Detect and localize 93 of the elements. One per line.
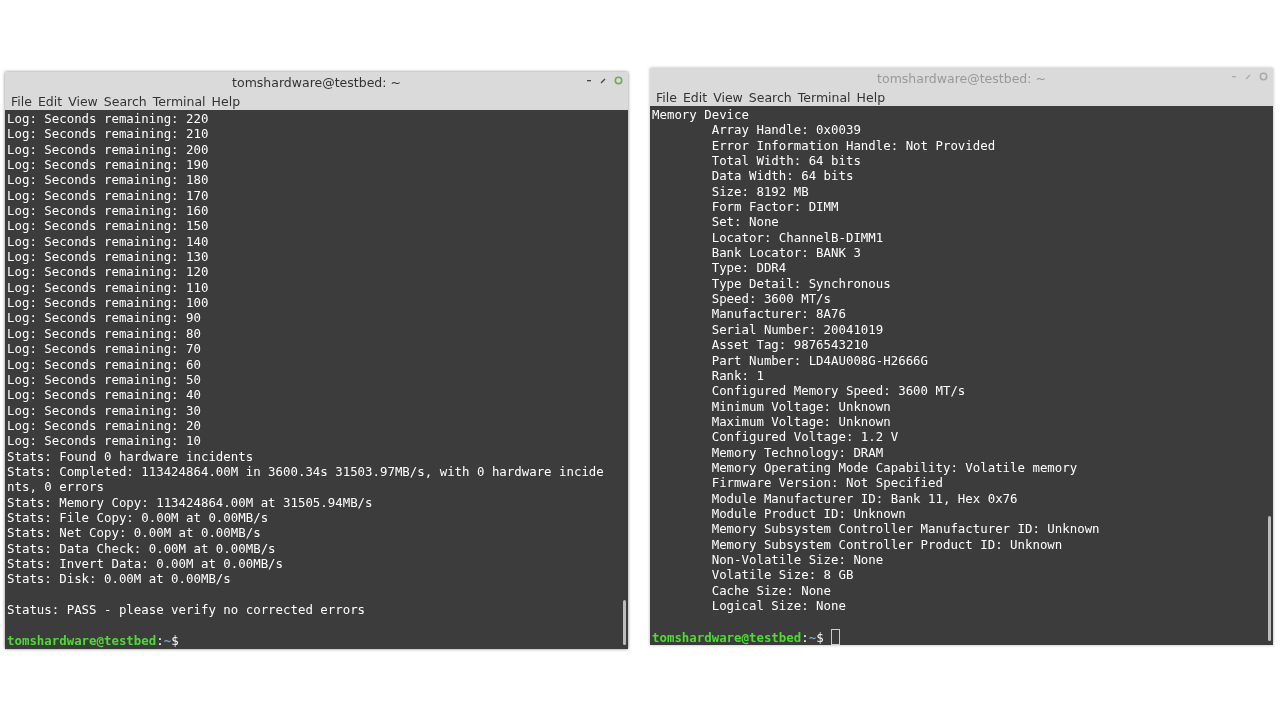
scrollbar-thumb[interactable] (623, 600, 626, 645)
prompt-user-host: tomshardware@testbed (652, 629, 802, 645)
output-line: Memory Device (652, 107, 749, 123)
output-line: Stats: Completed: 113424864.00M in 3600.34s 31503.97MB/s, with 0 hardware incide (7, 463, 604, 480)
close-icon[interactable] (614, 76, 623, 85)
output-line: Status: PASS - please verify no corrected errors (7, 602, 366, 618)
output-line: Log: Seconds remaining: 90 (7, 310, 201, 326)
maximize-icon[interactable] (600, 77, 606, 84)
window-title: tomshardware@testbed: ~ (232, 74, 401, 90)
menu-item[interactable]: Help (208, 93, 244, 109)
output-line: Stats: Found 0 hardware incidents (7, 448, 254, 464)
output-line: Log: Seconds remaining: 100 (7, 295, 209, 311)
menu-item[interactable]: File (8, 93, 35, 109)
output-line: Log: Seconds remaining: 10 (7, 433, 201, 449)
output-line: Total Width: 64 bits (711, 153, 861, 169)
output-line: Memory Subsystem Controller Manufacturer ID: Unknown (711, 521, 1100, 537)
output-line: nts, 0 errors (7, 479, 104, 495)
output-line: Log: Seconds remaining: 20 (7, 417, 201, 434)
output-line: Asset Tag: 9876543210 (711, 337, 869, 353)
menu-item[interactable]: Terminal (794, 89, 854, 105)
menu-item[interactable]: View (65, 93, 101, 109)
menu-item[interactable]: View (710, 89, 746, 105)
output-line: Log: Seconds remaining: 50 (7, 371, 201, 388)
output-line: Log: Seconds remaining: 160 (7, 203, 209, 219)
output-line: Size: 8192 MB (711, 183, 809, 200)
output-line: Data Width: 64 bits (711, 168, 854, 184)
output-line: Configured Memory Speed: 3600 MT/s (711, 383, 966, 399)
output-line: Module Product ID: Unknown (711, 505, 906, 522)
output-line: Log: Seconds remaining: 170 (7, 187, 209, 204)
output-line: Log: Seconds remaining: 120 (7, 264, 209, 280)
output-line: Memory Subsystem Controller Product ID: Unknown (711, 536, 1063, 552)
menu-item[interactable]: Help (853, 89, 889, 105)
prompt-separator: : (801, 629, 809, 645)
output-line: Cache Size: None (711, 582, 832, 598)
output-line: Volatile Size: 8 GB (711, 567, 854, 583)
prompt-path: ~ (163, 632, 172, 648)
output-line: Log: Seconds remaining: 80 (7, 325, 201, 342)
prompt-symbol: $ (816, 629, 824, 645)
output-line: Set: None (711, 214, 779, 230)
output-line: Log: Seconds remaining: 110 (7, 279, 209, 296)
output-line: Serial Number: 20041019 (711, 321, 884, 338)
minimize-icon[interactable] (586, 79, 592, 82)
output-line: Part Number: LD4AU008G-H2666G (711, 352, 928, 368)
scrollbar-thumb[interactable] (1268, 516, 1271, 641)
output-line: Type: DDR4 (711, 260, 787, 276)
output-line: Log: Seconds remaining: 130 (7, 249, 209, 265)
menu-item[interactable]: Search (100, 93, 150, 109)
output-line: Locator: ChannelB-DIMM1 (711, 229, 884, 246)
menu-item[interactable]: Search (745, 89, 795, 105)
prompt-symbol: $ (171, 632, 179, 648)
output-line: Non-Volatile Size: None (711, 551, 884, 568)
output-line: Memory Operating Mode Capability: Volatile memory (711, 459, 1078, 476)
output-line: Bank Locator: BANK 3 (711, 245, 861, 261)
prompt-user-host: tomshardware@testbed (7, 632, 157, 648)
output-line: Array Handle: 0x0039 (711, 122, 861, 138)
prompt-path: ~ (808, 629, 817, 645)
output-line: Log: Seconds remaining: 190 (7, 157, 209, 173)
output-line: Module Manufacturer ID: Bank 11, Hex 0x76 (711, 490, 1018, 506)
menu-item[interactable]: Edit (679, 89, 711, 105)
output-line: Stats: Memory Copy: 113424864.00M at 31505.94MB/s (7, 494, 373, 510)
output-line: Stats: Disk: 0.00M at 0.00MB/s (7, 571, 231, 587)
output-line: Maximum Voltage: Unknown (711, 413, 891, 430)
output-line: Log: Seconds remaining: 180 (7, 172, 209, 188)
menu-item[interactable]: Terminal (149, 93, 209, 109)
output-line: Rank: 1 (711, 367, 764, 384)
window-title: tomshardware@testbed: ~ (877, 70, 1046, 86)
output-line: Log: Seconds remaining: 40 (7, 387, 201, 403)
output-line: Configured Voltage: 1.2 V (711, 429, 899, 445)
output-line: Memory Technology: DRAM (711, 444, 884, 460)
output-line: Form Factor: DIMM (711, 199, 839, 215)
output-line: Log: Seconds remaining: 150 (7, 218, 209, 234)
output-line: Stats: Invert Data: 0.00M at 0.00MB/s (7, 555, 283, 572)
output-line: Error Information Handle: Not Provided (711, 137, 996, 154)
output-line: Stats: Data Check: 0.00M at 0.00MB/s (7, 540, 276, 556)
output-line: Firmware Version: Not Specified (711, 475, 943, 491)
output-line: Manufacturer: 8A76 (711, 306, 846, 322)
output-line: Log: Seconds remaining: 70 (7, 341, 201, 357)
prompt-separator: : (156, 632, 164, 648)
output-line: Minimum Voltage: Unknown (711, 398, 891, 414)
output-line: Stats: Net Copy: 0.00M at 0.00MB/s (7, 525, 261, 541)
output-line: Log: Seconds remaining: 60 (7, 356, 201, 372)
output-line: Log: Seconds remaining: 220 (7, 111, 209, 127)
output-line: Log: Seconds remaining: 210 (7, 126, 209, 142)
output-line: Log: Seconds remaining: 200 (7, 141, 209, 158)
output-line: Log: Seconds remaining: 30 (7, 402, 201, 418)
output-line: Stats: File Copy: 0.00M at 0.00MB/s (7, 509, 269, 526)
output-line: Type Detail: Synchronous (711, 275, 891, 292)
close-icon[interactable] (1259, 72, 1268, 81)
output-line: Log: Seconds remaining: 140 (7, 233, 209, 250)
menu-item[interactable]: Edit (34, 93, 66, 109)
output-line: Logical Size: None (711, 598, 846, 614)
output-line: Speed: 3600 MT/s (711, 291, 832, 307)
menu-item[interactable]: File (653, 89, 680, 105)
